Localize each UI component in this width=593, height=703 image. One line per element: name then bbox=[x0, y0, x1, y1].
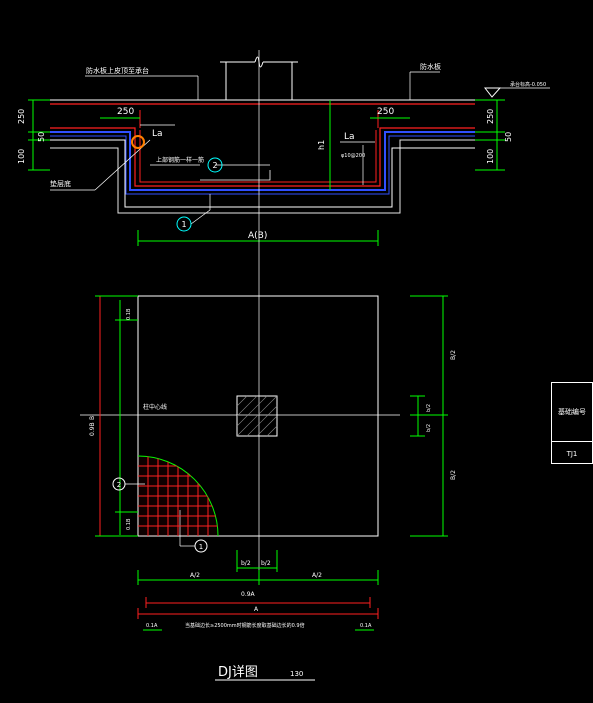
dim-250-right: 250 bbox=[377, 107, 394, 117]
marker-2-section-label: 2 bbox=[212, 161, 217, 170]
label-rebar: 上部钢筋一样一筋 bbox=[156, 156, 204, 164]
dim-a-half-right: A/2 bbox=[312, 572, 322, 579]
marker-2-plan-label: 2 bbox=[117, 481, 121, 489]
dim-50-right: 50 bbox=[504, 132, 513, 142]
marker-1-plan-label: 1 bbox=[199, 543, 203, 551]
dim-a-half-left: A/2 bbox=[190, 572, 200, 579]
dim-spacing: φ10@200 bbox=[341, 153, 365, 159]
dim-09a: 0.9A bbox=[241, 591, 256, 598]
dim-01a-right: 0.1A bbox=[360, 623, 372, 629]
dim-50-left: 50 bbox=[37, 132, 46, 142]
dim-width: A(B) bbox=[248, 231, 267, 241]
dim-100-right: 100 bbox=[486, 149, 495, 164]
label-center-line: 柱中心线 bbox=[143, 403, 167, 411]
label-elevation: 承台标高-0.050 bbox=[510, 81, 546, 88]
drawing-scale: 130 bbox=[290, 670, 303, 678]
dim-250-v-left: 250 bbox=[17, 109, 26, 124]
foundation-table: 基础编号 TJ1 bbox=[551, 382, 593, 464]
dim-100-left: 100 bbox=[17, 149, 26, 164]
drawing-title: DJ详图 bbox=[218, 665, 258, 680]
foundation-table-header: 基础编号 bbox=[552, 383, 592, 442]
labels-layer: 防水板上皮顶至承台 防水板 承台标高-0.050 垫层底 上部钢筋一样一筋 25… bbox=[17, 62, 546, 680]
dim-small-top: 0.1B bbox=[126, 308, 132, 320]
dim-250-v-right: 250 bbox=[486, 109, 495, 124]
plan-note: 当基础边长≥2500mm时钢筋长度取基础边长的0.9倍 bbox=[185, 622, 305, 629]
dim-h1: h1 bbox=[317, 140, 326, 150]
dim-b2-left: b/2 bbox=[241, 560, 251, 567]
dim-b-total: B bbox=[89, 416, 96, 420]
marker-1-section-label: 1 bbox=[181, 220, 186, 229]
label-cushion: 垫层底 bbox=[50, 179, 71, 188]
dim-la-left: La bbox=[152, 129, 163, 139]
dim-small-bot: 0.1B bbox=[126, 518, 132, 530]
dim-a: A bbox=[254, 606, 259, 613]
dim-01a-left: 0.1A bbox=[146, 623, 158, 629]
dim-b-half-top: B/2 bbox=[450, 350, 457, 360]
dim-250-left: 250 bbox=[117, 107, 134, 117]
label-top-left: 防水板上皮顶至承台 bbox=[86, 66, 149, 75]
dim-b2-top: b/2 bbox=[426, 404, 432, 412]
dim-b-half-bot: B/2 bbox=[450, 470, 457, 480]
foundation-table-value: TJ1 bbox=[566, 449, 578, 458]
dim-b2-bot: b/2 bbox=[426, 424, 432, 432]
dim-b2-right: b/2 bbox=[261, 560, 271, 567]
label-top-right: 防水板 bbox=[420, 62, 441, 71]
dim-b-ratio: 0.9B bbox=[89, 422, 96, 436]
dim-la-right: La bbox=[344, 132, 355, 142]
